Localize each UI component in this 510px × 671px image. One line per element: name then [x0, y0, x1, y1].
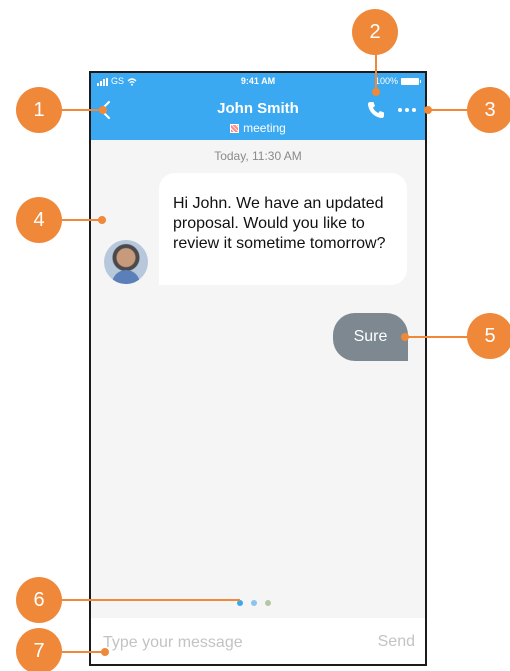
callout-leader-2: [375, 53, 377, 93]
callout-leader-dot-4: [98, 216, 106, 224]
date-separator: Today, 11:30 AM: [214, 149, 302, 163]
callout-leader-6: [62, 599, 240, 601]
battery-icon: [401, 77, 421, 85]
callout-leader-dot-5: [401, 333, 409, 341]
callout-leader-dot-2: [372, 88, 380, 96]
callout-6: 6: [16, 577, 62, 623]
phone-icon: [368, 102, 384, 118]
callout-1: 1: [16, 87, 62, 133]
call-button[interactable]: [366, 100, 386, 120]
callout-3: 3: [467, 87, 510, 133]
avatar[interactable]: [104, 240, 148, 284]
callout-7: 7: [16, 628, 62, 671]
message-input[interactable]: [103, 632, 343, 654]
contact-tag: meeting: [230, 121, 286, 135]
avatar-shirt: [112, 270, 140, 284]
callout-leader-dot-7: [101, 648, 109, 656]
callout-leader-3: [428, 109, 470, 111]
incoming-message-bubble: Hi John. We have an updated proposal. Wo…: [159, 173, 407, 285]
outgoing-message-bubble: Sure: [333, 313, 408, 361]
callout-leader-1: [62, 109, 102, 111]
callout-2: 2: [352, 9, 398, 55]
battery-status: 100%: [374, 76, 421, 86]
callout-leader-5: [405, 336, 470, 338]
tag-label: meeting: [243, 121, 286, 135]
callout-4: 4: [16, 197, 62, 243]
callout-leader-7: [62, 651, 104, 653]
message-composer: Send: [91, 618, 425, 664]
callout-5: 5: [467, 313, 510, 359]
phone-screen: GS 9:41 AM 100% John Smith meeting Today…: [89, 71, 427, 666]
callout-leader-dot-1: [99, 106, 107, 114]
more-options-button[interactable]: [398, 106, 420, 114]
typing-dot: [265, 600, 271, 606]
send-button[interactable]: Send: [378, 633, 415, 651]
tag-icon: [230, 123, 240, 133]
ellipsis-icon: [398, 108, 416, 112]
callout-leader-dot-3: [424, 106, 432, 114]
callout-leader-4: [62, 219, 102, 221]
typing-dot: [251, 600, 257, 606]
battery-percent: 100%: [374, 76, 398, 86]
typing-indicator: [237, 600, 271, 606]
